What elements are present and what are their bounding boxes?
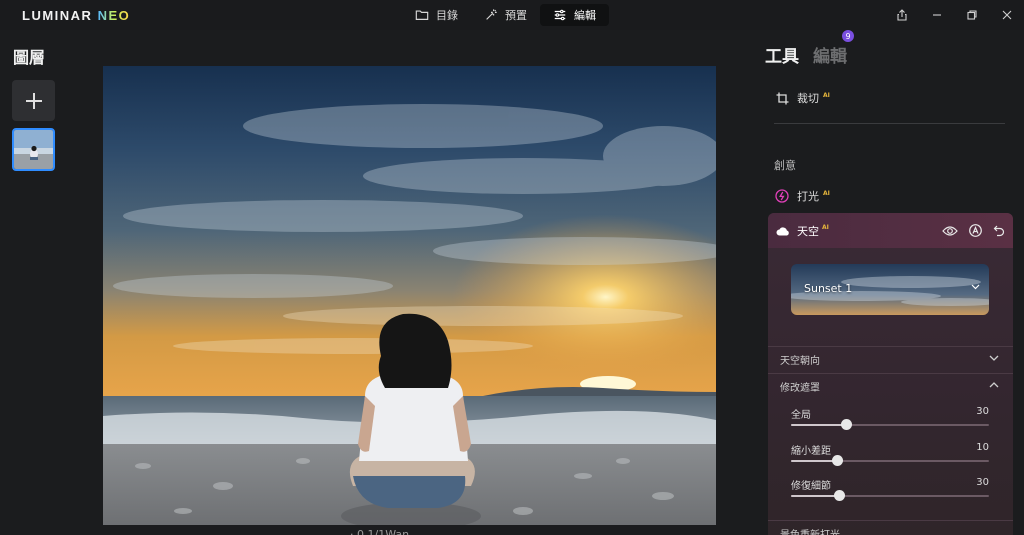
relight-icon — [775, 189, 789, 203]
ai-badge: AI — [822, 224, 829, 231]
slider-fix-details-handle[interactable] — [833, 490, 845, 501]
ai-badge: AI — [823, 91, 830, 99]
layer-thumbnail[interactable] — [12, 128, 55, 171]
slider-fix-details-fill — [791, 495, 839, 497]
add-layer-button[interactable] — [12, 80, 55, 121]
slider-global-label: 全局 — [791, 410, 811, 421]
magic-wand-icon — [486, 9, 497, 20]
restore-icon — [966, 10, 977, 20]
section-creative: 創意 — [774, 159, 796, 172]
slider-close-gaps-handle[interactable] — [831, 455, 843, 466]
undo-icon — [993, 225, 1005, 236]
sky-tool-title: 天空 AI — [776, 223, 829, 239]
mode-switcher: 目錄 預置 編輯 — [402, 4, 609, 26]
toggle-visibility-button[interactable] — [942, 225, 958, 237]
minimize-button[interactable] — [919, 0, 954, 30]
tool-crop-label: 裁切 — [797, 92, 819, 105]
slider-fix-details-label: 修復細節 — [791, 481, 831, 492]
selected-sky-label: Sunset 1 — [804, 282, 853, 295]
chevron-down-icon — [989, 355, 999, 361]
ai-badge: AI — [823, 189, 830, 197]
layer-thumbnail-image — [14, 130, 53, 169]
window-controls — [884, 0, 1024, 30]
erase-icon — [969, 224, 982, 237]
tab-tools[interactable]: 工具 — [765, 42, 799, 67]
sliders-icon — [554, 9, 566, 21]
mode-presets[interactable]: 預置 — [471, 4, 540, 26]
sky-header-icons — [942, 224, 1005, 237]
minimize-icon — [932, 14, 941, 16]
share-icon — [896, 9, 907, 21]
sky-orientation-section[interactable]: 天空朝向 — [768, 346, 1013, 372]
restore-button[interactable] — [954, 0, 989, 30]
canvas-caption: · 0.1/1Wan... — [350, 528, 420, 535]
slider-fix-details-track[interactable] — [791, 490, 989, 501]
beach-sunset-photo — [103, 66, 716, 525]
tool-relight[interactable]: 打光 AI — [775, 188, 830, 204]
scene-relight-section[interactable]: 景色重新打光 — [768, 520, 1013, 535]
plus-icon — [25, 92, 42, 109]
chevron-down-icon — [971, 284, 980, 290]
slider-global-fill — [791, 424, 847, 426]
edits-count-badge: 9 — [842, 30, 854, 42]
slider-close-gaps-fill — [791, 460, 837, 462]
mode-edit[interactable]: 編輯 — [540, 4, 609, 26]
slider-close-gaps-value: 10 — [976, 442, 989, 453]
share-button[interactable] — [884, 0, 919, 30]
tab-edits[interactable]: 編輯 9 — [813, 30, 854, 67]
mode-catalog[interactable]: 目錄 — [402, 4, 471, 26]
close-icon — [1002, 10, 1011, 20]
reset-tool-button[interactable] — [993, 225, 1005, 237]
sky-tool-header[interactable]: 天空 AI — [768, 213, 1013, 248]
mask-refinement-label: 修改遮罩 — [780, 383, 820, 394]
mask-refinement-section[interactable]: 修改遮罩 — [768, 373, 1013, 399]
slider-fix-details-value: 30 — [976, 477, 989, 488]
chevron-up-icon — [989, 382, 999, 388]
sky-selection-dropdown[interactable]: Sunset 1 — [791, 264, 989, 315]
slider-close-gaps-label: 縮小差距 — [791, 446, 831, 457]
cloud-icon — [776, 226, 789, 235]
slider-close-gaps-track[interactable] — [791, 455, 989, 466]
sky-tool-panel: 天空 AI Sunset 1 天空朝向 修改遮罩 全局 30 縮小差距 10 修… — [768, 213, 1013, 535]
sky-orientation-label: 天空朝向 — [780, 356, 820, 367]
crop-icon — [776, 92, 789, 104]
right-panel-tabs: 工具 編輯 9 — [765, 30, 854, 67]
slider-global-value: 30 — [976, 406, 989, 417]
erase-mask-button[interactable] — [969, 224, 982, 237]
close-button[interactable] — [989, 0, 1024, 30]
scene-relight-label: 景色重新打光 — [780, 526, 840, 535]
slider-global-track[interactable] — [791, 419, 989, 430]
tool-divider — [774, 123, 1005, 124]
tab-edits-label: 編輯 — [813, 47, 847, 67]
tool-crop[interactable]: 裁切 AI — [776, 90, 830, 106]
photo-canvas[interactable] — [103, 66, 716, 525]
sky-tool-label: 天空 — [797, 224, 819, 238]
tool-relight-label: 打光 — [797, 190, 819, 203]
folder-icon — [415, 10, 429, 20]
layers-title: 圖層 — [13, 48, 46, 67]
eye-icon — [942, 225, 958, 236]
top-bar: LUMINAR NEO 目錄 預置 編輯 — [0, 0, 1024, 30]
slider-global-handle[interactable] — [841, 419, 853, 430]
app-logo: LUMINAR NEO — [22, 8, 131, 23]
